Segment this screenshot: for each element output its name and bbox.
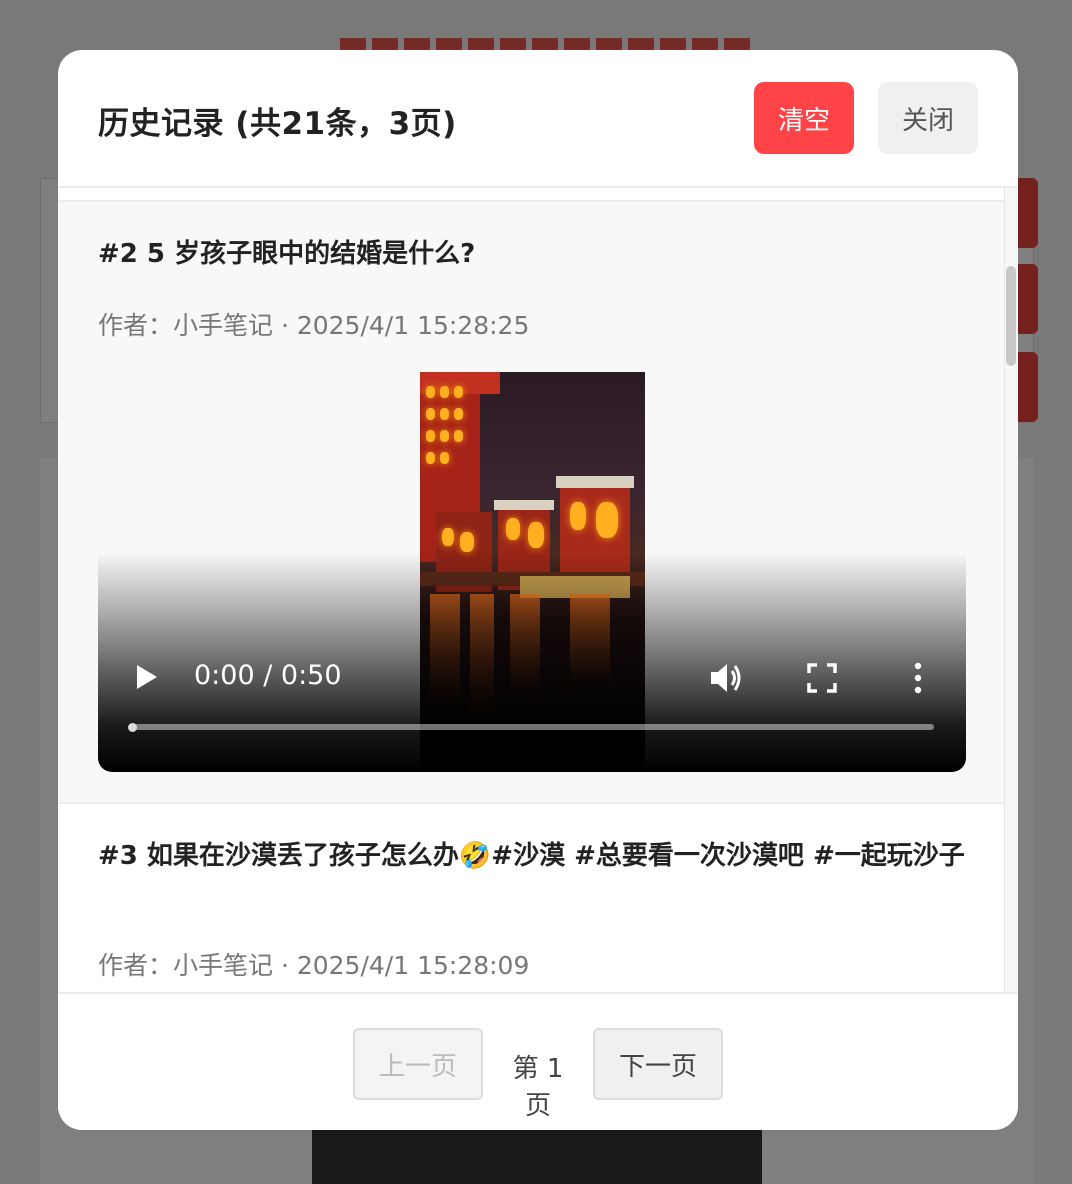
- video-progress-bar[interactable]: [130, 724, 934, 730]
- clear-button[interactable]: 清空: [754, 82, 854, 154]
- video-time: 0:00 / 0:50: [194, 660, 342, 691]
- modal-title: 历史记录 (共21条，3页): [98, 106, 457, 142]
- volume-icon[interactable]: [708, 660, 744, 696]
- play-icon[interactable]: [136, 664, 158, 690]
- history-list[interactable]: #2 5 岁孩子眼中的结婚是什么? 作者：小手笔记 · 2025/4/1 15:…: [58, 188, 1018, 992]
- item-title: #3 如果在沙漠丢了孩子怎么办🤣#沙漠 #总要看一次沙漠吧 #一起玩沙子: [98, 841, 965, 871]
- item-meta: 作者：小手笔记 · 2025/4/1 15:28:09: [98, 951, 530, 980]
- page-indicator: 第 1 页: [512, 1054, 564, 1121]
- video-player[interactable]: 0:00 / 0:50: [98, 372, 966, 772]
- close-button[interactable]: 关闭: [878, 82, 978, 154]
- scrollbar-thumb[interactable]: [1006, 266, 1016, 366]
- history-item: #3 如果在沙漠丢了孩子怎么办🤣#沙漠 #总要看一次沙漠吧 #一起玩沙子 作者：…: [58, 804, 1004, 992]
- modal-header: 历史记录 (共21条，3页) 清空 关闭: [58, 50, 1018, 188]
- pagination: 上一页 第 1 页 下一页: [58, 992, 1018, 1130]
- item-title: #2 5 岁孩子眼中的结婚是什么?: [98, 239, 476, 269]
- item-meta: 作者：小手笔记 · 2025/4/1 15:28:25: [98, 311, 530, 340]
- more-options-icon[interactable]: [908, 660, 928, 696]
- history-item: #2 5 岁孩子眼中的结婚是什么? 作者：小手笔记 · 2025/4/1 15:…: [58, 200, 1004, 804]
- prev-page-button[interactable]: 上一页: [353, 1028, 483, 1100]
- next-page-button[interactable]: 下一页: [593, 1028, 723, 1100]
- history-modal: 历史记录 (共21条，3页) 清空 关闭 #2 5 岁孩子眼中的结婚是什么? 作…: [58, 50, 1018, 1130]
- video-progress-knob[interactable]: [128, 723, 137, 732]
- fullscreen-icon[interactable]: [806, 662, 838, 694]
